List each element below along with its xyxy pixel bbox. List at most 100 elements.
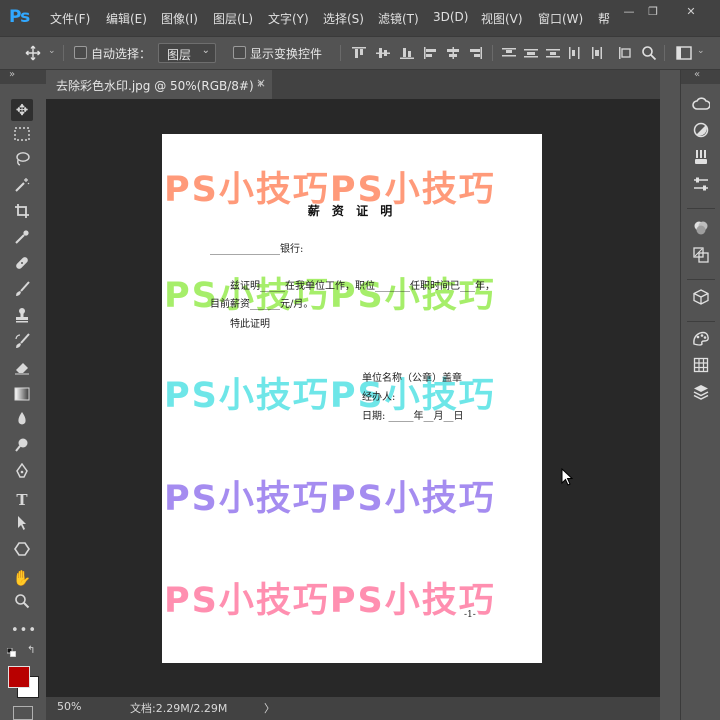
auto-select-checkbox[interactable] — [74, 46, 87, 59]
brushes-icon[interactable] — [690, 149, 712, 171]
blur-tool-icon[interactable] — [11, 411, 33, 433]
layers-icon[interactable] — [690, 384, 712, 406]
align-top-icon[interactable] — [352, 47, 366, 59]
watermark-row-4: PS小技巧PS小技巧 — [164, 479, 496, 519]
healing-brush-tool-icon[interactable] — [11, 255, 33, 277]
eyedropper-tool-icon[interactable] — [11, 229, 33, 251]
menu-select[interactable]: 选择(S) — [323, 10, 364, 27]
foreground-color-swatch[interactable] — [8, 666, 30, 688]
menu-help[interactable]: 帮 — [598, 10, 610, 27]
adjustments-icon[interactable] — [690, 122, 712, 144]
quick-mask-icon[interactable] — [13, 706, 33, 720]
menu-type[interactable]: 文字(Y) — [268, 10, 309, 27]
minimize-button[interactable]: — — [622, 6, 636, 18]
properties-icon[interactable] — [690, 176, 712, 198]
workspace-icon[interactable] — [676, 46, 692, 60]
divider — [63, 45, 64, 61]
tool-preset-chevron-icon[interactable]: ⌄ — [48, 46, 56, 56]
photoshop-logo: Ps — [9, 7, 30, 27]
align-bottom-icon[interactable] — [400, 47, 414, 59]
auto-select-label: 自动选择： — [91, 47, 152, 61]
path-selection-tool-icon[interactable] — [11, 515, 33, 537]
document-tab-bar: 去除彩色水印.jpg @ 50%(RGB/8#) * × — [46, 70, 660, 99]
menu-image[interactable]: 图像(I) — [161, 10, 198, 27]
expand-dock-icon[interactable]: « — [694, 69, 700, 80]
brush-tool-icon[interactable] — [11, 281, 33, 303]
bank-line: ______________银行: — [210, 244, 304, 255]
libraries-icon[interactable] — [690, 95, 712, 117]
move-tool-icon[interactable] — [25, 45, 41, 61]
status-bar: 50% 文档:2.29M/2.29M 〉 — [46, 697, 660, 720]
color-icon[interactable] — [690, 220, 712, 242]
distribute-vcenter-icon[interactable] — [524, 47, 538, 59]
align-left-icon[interactable] — [424, 47, 438, 59]
menu-file[interactable]: 文件(F) — [50, 10, 90, 27]
history-brush-tool-icon[interactable] — [11, 333, 33, 355]
crop-tool-icon[interactable] — [11, 203, 33, 225]
show-transform-checkbox[interactable] — [233, 46, 246, 59]
distribute-top-icon[interactable] — [502, 47, 516, 59]
default-colors-icon[interactable] — [6, 646, 16, 657]
hand-tool-icon[interactable]: ✋ — [11, 567, 33, 589]
restore-button[interactable]: ❐ — [646, 6, 660, 18]
paragraph-3: 特此证明 — [230, 319, 270, 330]
zoom-tool-icon[interactable] — [11, 593, 33, 615]
eraser-tool-icon[interactable] — [11, 359, 33, 381]
distribute-bottom-icon[interactable] — [546, 47, 560, 59]
search-icon[interactable] — [641, 45, 657, 61]
distribute-left-icon[interactable] — [568, 47, 582, 59]
align-right-icon[interactable] — [468, 47, 482, 59]
document-size: 文档:2.29M/2.29M — [130, 702, 228, 715]
menu-layer[interactable]: 图层(L) — [213, 10, 253, 27]
show-transform-label: 显示变换控件 — [250, 47, 323, 61]
marquee-tool-icon[interactable] — [11, 125, 33, 147]
document-tab[interactable]: 去除彩色水印.jpg @ 50%(RGB/8#) * × — [46, 70, 272, 99]
watermark-row-2: PS小技巧PS小技巧 — [164, 276, 496, 316]
swap-colors-icon[interactable]: ↰ — [27, 645, 35, 656]
dock-header: « — [681, 69, 720, 84]
type-tool-icon[interactable]: T — [11, 489, 33, 511]
auto-select-dropdown[interactable]: 图层 ⌄ — [158, 43, 216, 63]
page-number: -1- — [464, 610, 476, 620]
distribute-hcenter-icon[interactable] — [590, 47, 604, 59]
auto-align-icon[interactable] — [618, 47, 632, 59]
shape-tool-icon[interactable] — [11, 541, 33, 563]
menu-window[interactable]: 窗口(W) — [538, 10, 583, 27]
options-bar: ⌄ 自动选择： 图层 ⌄ 显示变换控件 ⌄ — [0, 36, 720, 70]
channels-icon[interactable] — [690, 247, 712, 269]
document-page[interactable]: PS小技巧PS小技巧 PS小技巧PS小技巧 PS小技巧PS小技巧 PS小技巧PS… — [162, 134, 542, 663]
align-vcenter-icon[interactable] — [376, 47, 390, 59]
menu-view[interactable]: 视图(V) — [481, 10, 523, 27]
3d-icon[interactable] — [690, 289, 712, 311]
status-menu-arrow[interactable]: 〉 — [264, 700, 275, 716]
swatches-icon[interactable] — [690, 330, 712, 352]
chevron-down-icon: ⌄ — [201, 45, 210, 56]
close-window-button[interactable]: ✕ — [684, 6, 698, 18]
pen-tool-icon[interactable] — [11, 462, 33, 485]
zoom-level[interactable]: 50% — [57, 700, 81, 713]
move-tool-icon[interactable]: ✥ — [11, 99, 33, 121]
more-tools-icon[interactable]: ••• — [11, 620, 36, 642]
divider — [340, 45, 341, 61]
lasso-tool-icon[interactable] — [11, 151, 33, 173]
clone-stamp-tool-icon[interactable] — [11, 307, 33, 329]
dock-divider — [687, 279, 715, 280]
close-tab-icon[interactable]: × — [256, 76, 266, 90]
workspace-chevron-icon[interactable]: ⌄ — [697, 46, 705, 56]
menu-3d[interactable]: 3D(D) — [433, 10, 468, 24]
align-hcenter-icon[interactable] — [446, 47, 460, 59]
grid-icon[interactable] — [690, 357, 712, 379]
menu-edit[interactable]: 编辑(E) — [106, 10, 147, 27]
collapse-toolbar-icon[interactable]: » — [9, 69, 15, 80]
handler-line: 经办人: — [362, 392, 396, 403]
magic-wand-tool-icon[interactable] — [11, 177, 33, 199]
gradient-tool-icon[interactable] — [11, 385, 33, 407]
menu-filter[interactable]: 滤镜(T) — [378, 10, 419, 27]
dock-divider — [687, 321, 715, 322]
certificate-title: 薪 资 证 明 — [307, 204, 397, 218]
paragraph-2: 目前薪资______元/月。 — [210, 299, 314, 310]
dodge-tool-icon[interactable] — [11, 437, 33, 459]
divider — [664, 45, 665, 61]
document-tab-label: 去除彩色水印.jpg @ 50%(RGB/8#) * — [56, 79, 264, 93]
mouse-cursor-icon — [561, 468, 573, 486]
